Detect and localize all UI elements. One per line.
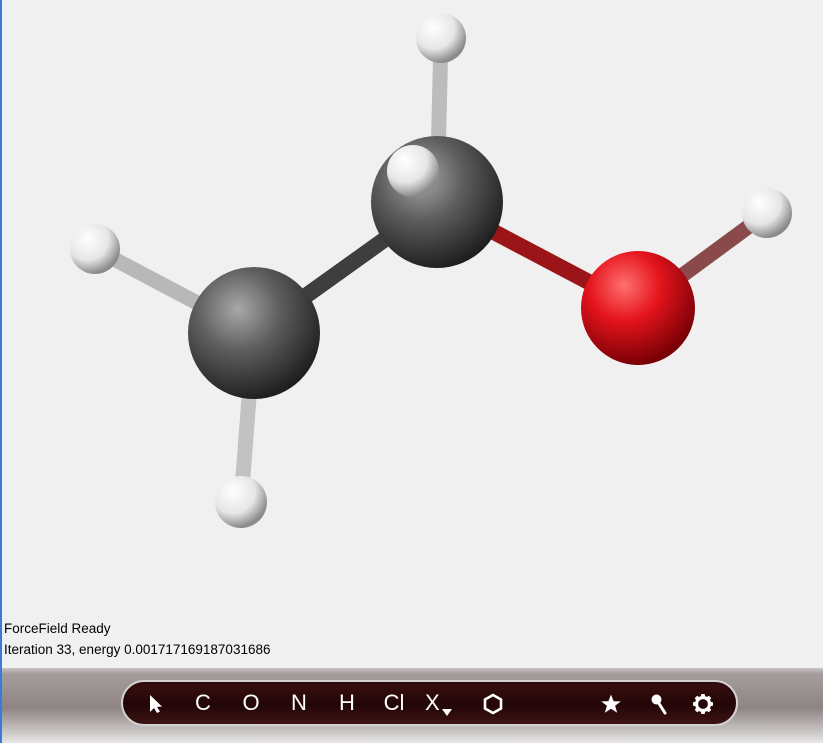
oxygen-atom[interactable] xyxy=(581,251,695,365)
oxygen-button[interactable]: O xyxy=(237,682,265,724)
hydrogen-button[interactable]: H xyxy=(333,682,361,724)
hydrogen-atom-right[interactable] xyxy=(742,188,792,238)
hydrogen-atom-top[interactable] xyxy=(416,13,466,63)
carbon-button[interactable]: C xyxy=(189,682,217,724)
chlorine-button[interactable]: Cl xyxy=(377,682,411,724)
other-element-label: X xyxy=(425,690,440,715)
molecule-viewport[interactable] xyxy=(2,0,823,668)
pin-tool-button[interactable] xyxy=(643,682,675,724)
settings-button[interactable] xyxy=(687,682,719,724)
element-toolbar: C O N H Cl X xyxy=(121,680,738,726)
favorite-button[interactable] xyxy=(595,682,627,724)
select-tool-button[interactable] xyxy=(141,682,171,724)
carbon-atom-2[interactable] xyxy=(371,136,503,268)
pin-icon xyxy=(649,690,669,715)
hydrogen-atom-front[interactable] xyxy=(387,145,439,197)
ring-tool-button[interactable] xyxy=(477,682,509,724)
toolbar-area: C O N H Cl X xyxy=(2,668,823,743)
molecule-svg[interactable] xyxy=(2,0,823,668)
gear-icon xyxy=(692,690,714,715)
select-arrow-icon xyxy=(148,690,164,715)
nitrogen-button[interactable]: N xyxy=(285,682,313,724)
carbon-atom-1[interactable] xyxy=(188,267,320,399)
hydrogen-atom-bottom[interactable] xyxy=(215,476,267,528)
dropdown-triangle-icon xyxy=(440,690,452,716)
other-element-button[interactable]: X xyxy=(425,682,465,724)
molecule-editor-window: ForceField Ready Iteration 33, energy 0.… xyxy=(0,0,823,743)
ring-icon xyxy=(482,690,504,715)
forcefield-status: ForceField Ready xyxy=(4,621,111,636)
iteration-energy-status: Iteration 33, energy 0.00171716918703168… xyxy=(4,642,271,657)
star-icon xyxy=(600,690,622,715)
hydrogen-atom-left[interactable] xyxy=(70,224,120,274)
